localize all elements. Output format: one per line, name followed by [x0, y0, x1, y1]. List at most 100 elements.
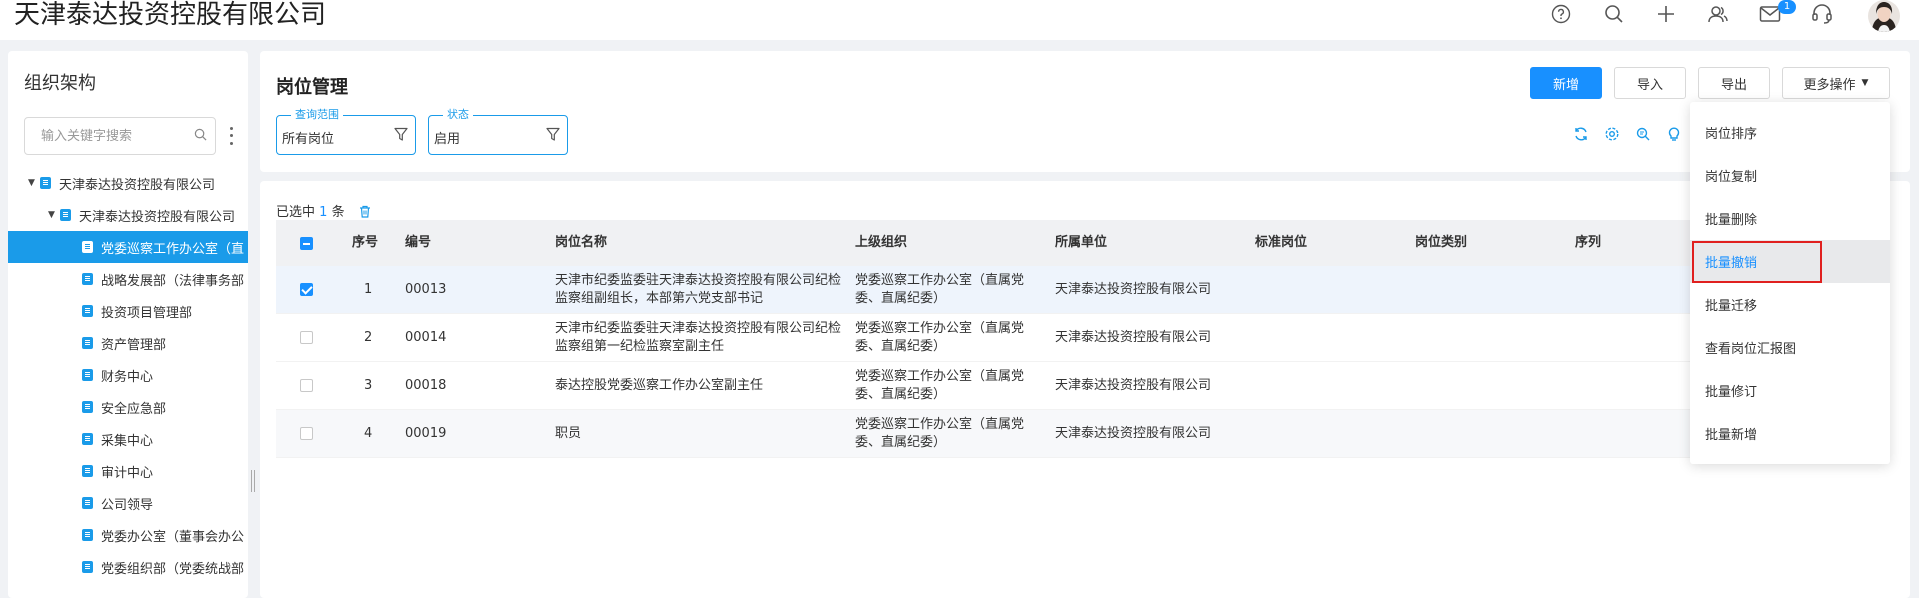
add-button[interactable]: 新增 [1530, 67, 1602, 99]
bulb-icon[interactable] [1666, 126, 1682, 142]
tree-node[interactable]: ▼ 天津泰达投资控股有限公司 [8, 167, 248, 199]
department-icon [82, 561, 93, 573]
cell-code: 00018 [405, 377, 447, 393]
tree-node-label: 党委巡察工作办公室（直 [101, 241, 245, 257]
settings-icon[interactable] [1604, 126, 1620, 142]
cell-parent: 党委巡察工作办公室（直属党委、直属纪委） [855, 320, 1025, 354]
department-icon [82, 497, 93, 509]
cell-seq: 2 [364, 329, 373, 345]
row-checkbox[interactable] [300, 379, 313, 392]
status-filter[interactable]: 状态 启用 [428, 108, 568, 155]
tree-node-label: 战略发展部（法律事务部 [101, 273, 245, 289]
row-checkbox[interactable] [300, 427, 313, 440]
table-row[interactable]: 2 00014 天津市纪委监委驻天津泰达投资控股有限公司纪检监察组第一纪检监察室… [276, 314, 1736, 362]
cell-name: 泰达控股党委巡察工作办公室副主任 [555, 377, 764, 393]
search-detail-icon[interactable] [1635, 126, 1651, 142]
more-actions-label: 更多操作 [1803, 77, 1856, 93]
user-avatar[interactable] [1868, 0, 1900, 32]
help-icon[interactable] [1549, 2, 1573, 26]
cell-unit: 天津泰达投资控股有限公司 [1055, 281, 1212, 297]
filter-icon[interactable] [394, 127, 408, 146]
search-icon[interactable] [1602, 2, 1626, 26]
selection-suffix: 条 [331, 205, 345, 220]
search-icon[interactable] [194, 128, 207, 145]
menu-item-batch-delete[interactable]: 批量删除 [1690, 197, 1890, 240]
cell-parent: 党委巡察工作办公室（直属党委、直属纪委） [855, 416, 1025, 450]
import-button[interactable]: 导入 [1614, 67, 1686, 99]
row-checkbox[interactable] [300, 283, 313, 296]
table-header: 序号 编号 岗位名称 上级组织 所属单位 标准岗位 岗位类别 序列 [276, 220, 1736, 266]
row-checkbox[interactable] [300, 331, 313, 344]
tree-node-selected[interactable]: 党委巡察工作办公室（直 [8, 231, 248, 263]
tree-node-label: 财务中心 [101, 369, 154, 385]
caret-down-icon[interactable]: ▼ [48, 210, 60, 220]
selection-count: 1 [319, 205, 328, 220]
tree-node[interactable]: 采集中心 [8, 423, 248, 455]
tree-node[interactable]: 资产管理部 [8, 327, 248, 359]
menu-item-batch-migrate[interactable]: 批量迁移 [1690, 283, 1890, 326]
department-icon [82, 465, 93, 477]
tree-node[interactable]: 党委组织部（党委统战部 [8, 551, 248, 583]
refresh-icon[interactable] [1573, 126, 1589, 142]
notification-badge: 1 [1778, 0, 1796, 14]
tree-node-label: 党委办公室（董事会办公 [101, 529, 245, 545]
tree-node[interactable]: 战略发展部（法律事务部 [8, 263, 248, 295]
menu-item-sort[interactable]: 岗位排序 [1690, 111, 1890, 154]
cell-unit: 天津泰达投资控股有限公司 [1055, 329, 1212, 345]
menu-item-report-chart[interactable]: 查看岗位汇报图 [1690, 326, 1890, 369]
department-icon [82, 305, 93, 317]
col-category: 岗位类别 [1415, 235, 1468, 250]
col-order: 序列 [1575, 235, 1602, 250]
org-sidebar: 组织架构 ▼ 天津泰达投资控股有限公司 ▼ 天津泰达投资控股有限公司 党委巡察工… [8, 51, 248, 598]
sidebar-resize-handle[interactable] [251, 470, 255, 492]
tree-node-label: 采集中心 [101, 433, 154, 449]
org-icon [40, 177, 51, 189]
table-row[interactable]: 3 00018 泰达控股党委巡察工作办公室副主任 党委巡察工作办公室（直属党委、… [276, 362, 1736, 410]
caret-down-icon[interactable]: ▼ [28, 178, 40, 188]
menu-item-batch-revise[interactable]: 批量修订 [1690, 369, 1890, 412]
org-search-input[interactable] [25, 118, 185, 154]
tree-node-label: 公司领导 [101, 497, 154, 513]
headset-icon[interactable] [1810, 2, 1834, 26]
scope-filter-label: 查询范围 [291, 108, 343, 122]
tree-node[interactable]: 安全应急部 [8, 391, 248, 423]
tree-node-label: 审计中心 [101, 465, 154, 481]
plus-icon[interactable] [1654, 2, 1678, 26]
table-row[interactable]: 4 00019 职员 党委巡察工作办公室（直属党委、直属纪委） 天津泰达投资控股… [276, 410, 1736, 458]
status-filter-value: 启用 [434, 132, 461, 147]
org-tree: ▼ 天津泰达投资控股有限公司 ▼ 天津泰达投资控股有限公司 党委巡察工作办公室（… [8, 167, 248, 583]
department-icon [82, 433, 93, 445]
cell-seq: 1 [364, 281, 373, 297]
menu-item-batch-add[interactable]: 批量新增 [1690, 412, 1890, 455]
cell-unit: 天津泰达投资控股有限公司 [1055, 377, 1212, 393]
tree-node[interactable]: 投资项目管理部 [8, 295, 248, 327]
scope-filter[interactable]: 查询范围 所有岗位 [276, 108, 416, 155]
tree-node[interactable]: ▼ 天津泰达投资控股有限公司 [8, 199, 248, 231]
caret-down-icon: ▼ [1861, 78, 1869, 88]
export-button[interactable]: 导出 [1698, 67, 1770, 99]
sidebar-title: 组织架构 [24, 73, 96, 94]
cell-code: 00019 [405, 425, 447, 441]
department-icon [82, 369, 93, 381]
tree-node[interactable]: 审计中心 [8, 455, 248, 487]
table-row[interactable]: 1 00013 天津市纪委监委驻天津泰达投资控股有限公司纪检监察组副组长，本部第… [276, 266, 1736, 314]
department-icon [82, 273, 93, 285]
tree-node[interactable]: 党委办公室（董事会办公 [8, 519, 248, 551]
menu-item-copy[interactable]: 岗位复制 [1690, 154, 1890, 197]
tree-node-label: 党委组织部（党委统战部 [101, 561, 245, 577]
more-actions-button[interactable]: 更多操作 ▼ [1782, 67, 1890, 99]
cell-name: 天津市纪委监委驻天津泰达投资控股有限公司纪检监察组第一纪检监察室副主任 [555, 320, 842, 354]
position-table: 序号 编号 岗位名称 上级组织 所属单位 标准岗位 岗位类别 序列 1 0001… [276, 220, 1736, 458]
more-options-icon[interactable] [226, 125, 236, 147]
more-actions-menu: 岗位排序 岗位复制 批量删除 批量撤销 批量迁移 查看岗位汇报图 批量修订 批量… [1690, 102, 1890, 464]
col-name: 岗位名称 [555, 235, 608, 250]
select-all-checkbox[interactable] [300, 236, 313, 250]
tree-node[interactable]: 财务中心 [8, 359, 248, 391]
org-icon [60, 209, 71, 221]
tree-node[interactable]: 公司领导 [8, 487, 248, 519]
users-icon[interactable] [1706, 2, 1730, 26]
col-code: 编号 [405, 235, 432, 250]
status-filter-label: 状态 [443, 108, 473, 122]
cell-name: 职员 [555, 425, 582, 441]
filter-icon[interactable] [546, 127, 560, 146]
